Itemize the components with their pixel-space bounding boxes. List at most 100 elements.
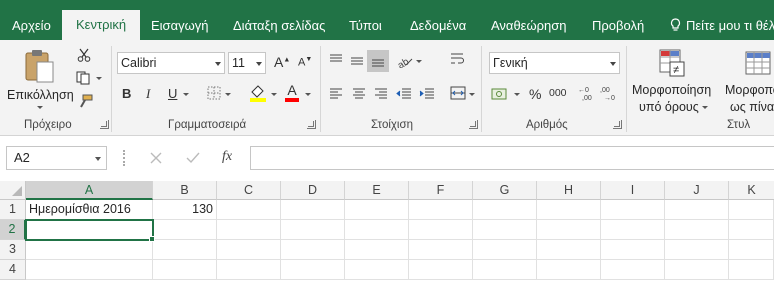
cell-a1[interactable]: Ημερομίσθια 2016 — [26, 200, 153, 220]
grid-cell[interactable] — [345, 200, 409, 220]
grid-cell[interactable] — [729, 200, 774, 220]
column-header-e[interactable]: E — [345, 181, 409, 200]
column-header-d[interactable]: D — [281, 181, 345, 200]
grid-cell[interactable] — [345, 240, 409, 260]
column-header-j[interactable]: J — [665, 181, 729, 200]
underline-button[interactable]: U — [168, 86, 177, 101]
increase-font-icon[interactable]: A▲ — [274, 54, 290, 70]
decrease-indent-icon[interactable] — [396, 88, 412, 100]
grid-cell[interactable] — [409, 240, 473, 260]
alignment-launcher-icon[interactable] — [469, 120, 478, 129]
grid-cell[interactable] — [217, 260, 281, 280]
orientation-icon[interactable]: ab — [396, 54, 414, 68]
grid-cell[interactable] — [473, 260, 537, 280]
grid-cell[interactable] — [537, 240, 601, 260]
formula-input[interactable] — [250, 146, 774, 170]
column-header-k[interactable]: K — [729, 181, 774, 200]
format-as-table-button[interactable]: Μορφοπο ως πίνακ — [720, 46, 774, 116]
grid-cell[interactable] — [537, 220, 601, 240]
align-right-icon[interactable] — [374, 88, 388, 100]
wrap-text-icon[interactable] — [450, 52, 466, 66]
fill-color-icon[interactable] — [249, 84, 267, 102]
column-header-i[interactable]: I — [601, 181, 665, 200]
grid-cell[interactable] — [153, 240, 217, 260]
select-all-corner[interactable] — [0, 181, 26, 200]
percent-button[interactable]: % — [529, 86, 541, 102]
align-left-icon[interactable] — [329, 88, 343, 100]
number-launcher-icon[interactable] — [613, 120, 622, 129]
format-painter-icon[interactable] — [77, 94, 93, 108]
grid-cell[interactable] — [537, 200, 601, 220]
number-format-dropdown[interactable]: Γενική — [489, 52, 620, 74]
fill-color-dropdown-icon[interactable] — [271, 93, 277, 96]
tab-formulas[interactable]: Τύποι — [349, 12, 382, 40]
grid-cell[interactable] — [601, 260, 665, 280]
italic-button[interactable]: I — [146, 86, 150, 102]
grid-cell[interactable] — [281, 200, 345, 220]
grid-cell[interactable] — [537, 260, 601, 280]
paste-button[interactable]: Επικόλληση — [4, 46, 74, 114]
align-bottom-button[interactable] — [367, 50, 389, 72]
grid-cell[interactable] — [665, 220, 729, 240]
grid-cell[interactable] — [473, 200, 537, 220]
font-color-icon[interactable]: A — [285, 83, 299, 102]
conditional-formatting-button[interactable]: ≠ Μορφοποίηση υπό όρους — [630, 46, 714, 116]
row-header-4[interactable]: 4 — [0, 260, 26, 280]
grid-cell[interactable] — [281, 260, 345, 280]
grid-cell[interactable] — [729, 240, 774, 260]
active-cell-selection[interactable] — [25, 219, 154, 241]
borders-icon[interactable] — [207, 86, 221, 100]
grid-cell[interactable] — [217, 240, 281, 260]
orientation-dropdown-icon[interactable] — [416, 60, 422, 63]
grid-cell[interactable] — [601, 240, 665, 260]
tab-review[interactable]: Αναθεώρηση — [491, 12, 567, 40]
align-center-icon[interactable] — [352, 88, 366, 100]
column-header-b[interactable]: B — [153, 181, 217, 200]
column-header-a[interactable]: A — [26, 181, 153, 200]
tab-data[interactable]: Δεδομένα — [410, 12, 466, 40]
column-header-c[interactable]: C — [217, 181, 281, 200]
column-header-g[interactable]: G — [473, 181, 537, 200]
tab-file[interactable]: Αρχείο — [12, 12, 51, 40]
decrease-font-icon[interactable]: A▼ — [298, 56, 312, 69]
tab-insert[interactable]: Εισαγωγή — [151, 12, 208, 40]
grid-cell[interactable] — [409, 260, 473, 280]
grid-cell[interactable] — [281, 240, 345, 260]
grid-cell[interactable] — [345, 260, 409, 280]
increase-indent-icon[interactable] — [419, 88, 435, 100]
grid-cell[interactable] — [217, 200, 281, 220]
grid-cell[interactable] — [281, 220, 345, 240]
cut-icon[interactable] — [77, 48, 91, 62]
decrease-decimal-icon[interactable]: ,00→0 — [600, 85, 618, 101]
grid-cell[interactable] — [665, 260, 729, 280]
grid-cell[interactable] — [409, 220, 473, 240]
grid-cell[interactable] — [729, 260, 774, 280]
merge-dropdown-icon[interactable] — [469, 93, 475, 96]
column-header-h[interactable]: H — [537, 181, 601, 200]
enter-icon[interactable] — [186, 152, 200, 164]
formula-bar-grip[interactable] — [123, 150, 125, 166]
column-header-f[interactable]: F — [409, 181, 473, 200]
accounting-dropdown-icon[interactable] — [514, 93, 520, 96]
fill-handle[interactable] — [149, 236, 155, 242]
grid-cell[interactable] — [665, 240, 729, 260]
tab-home[interactable]: Κεντρική — [62, 10, 141, 40]
clipboard-launcher-icon[interactable] — [100, 120, 109, 129]
grid-cell[interactable] — [473, 240, 537, 260]
comma-style-button[interactable]: 000 — [549, 87, 567, 99]
grid-cell[interactable] — [729, 220, 774, 240]
name-box[interactable]: A2 — [6, 146, 107, 170]
cancel-icon[interactable] — [150, 152, 162, 164]
copy-dropdown-icon[interactable] — [96, 77, 102, 80]
grid-cell[interactable] — [601, 200, 665, 220]
underline-dropdown-icon[interactable] — [183, 93, 189, 96]
tell-me-box[interactable]: Πείτε μου τι θέλ — [670, 12, 774, 40]
grid-cell[interactable] — [26, 260, 153, 280]
grid-cell[interactable] — [153, 220, 217, 240]
copy-icon[interactable] — [76, 71, 92, 85]
merge-center-icon[interactable] — [450, 86, 466, 100]
font-size-dropdown[interactable]: 11 — [228, 52, 266, 74]
font-launcher-icon[interactable] — [307, 120, 316, 129]
grid-cell[interactable] — [473, 220, 537, 240]
tab-view[interactable]: Προβολή — [592, 12, 644, 40]
